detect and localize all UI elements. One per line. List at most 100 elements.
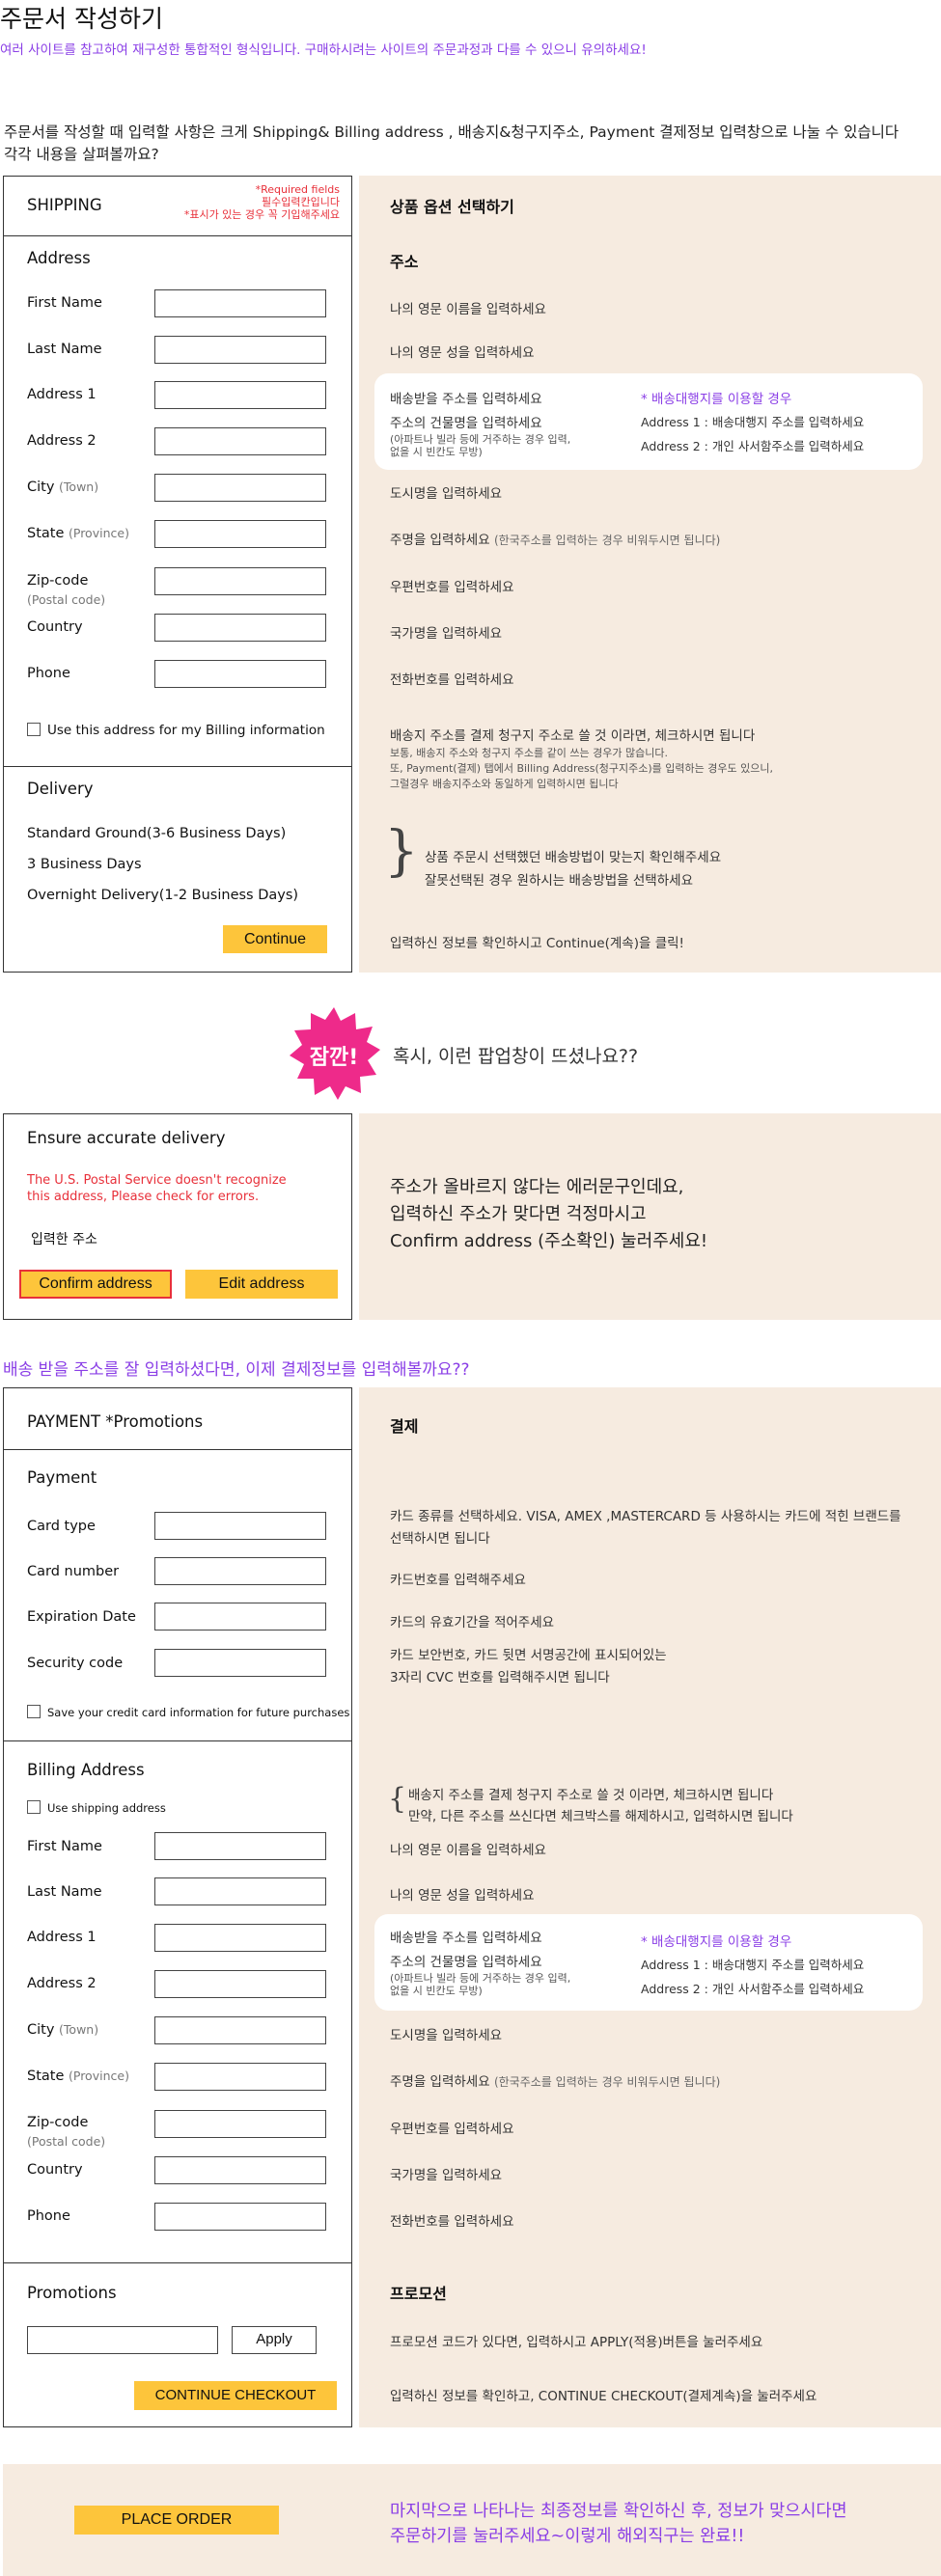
- billing-checkbox[interactable]: [27, 723, 41, 736]
- final-note: 마지막으로 나타나는 최종정보를 확인하신 후, 정보가 맞으시다면주문하기를 …: [390, 2499, 847, 2549]
- billing-checkbox-row[interactable]: Use this address for my Billing informat…: [27, 723, 325, 738]
- save-card-checkbox[interactable]: [27, 1705, 41, 1718]
- delivery-option-standard[interactable]: Standard Ground(3-6 Business Days): [27, 826, 286, 841]
- billing-zip-input[interactable]: [154, 2110, 326, 2138]
- billing-first-name-input[interactable]: [154, 1832, 326, 1860]
- required-line-2: 필수입력칸입니다: [262, 196, 340, 208]
- intro-line-2: 각각 내용을 살펴볼까요?: [4, 146, 159, 163]
- billing-last-name-label: Last Name: [27, 1884, 102, 1900]
- card-number-label: Card number: [27, 1564, 120, 1579]
- note-address-tip-2: 없을 시 빈칸도 무방): [390, 446, 483, 458]
- country-label: Country: [27, 619, 83, 635]
- note-billing: 배송지 주소를 결제 청구지 주소로 쓸 것 이라면, 체크하시면 됩니다: [390, 728, 756, 744]
- note-address-1: 배송받을 주소를 입력하세요: [390, 392, 542, 407]
- note-billing-state-text: 주명을 입력하세요: [390, 2074, 490, 2090]
- apply-button[interactable]: Apply: [232, 2326, 317, 2354]
- note-billing-address-tip-2: 없을 시 빈칸도 무방): [390, 1985, 483, 1997]
- note-billing-address-2: 주소의 건물명을 입력하세요: [390, 1955, 542, 1970]
- last-name-label: Last Name: [27, 342, 102, 357]
- note-phone: 전화번호를 입력하세요: [390, 672, 514, 688]
- continue-button[interactable]: Continue: [223, 925, 327, 953]
- phone-input[interactable]: [154, 660, 326, 688]
- note-card-type-2: 선택하시면 됩니다: [390, 1531, 490, 1547]
- note-billing-city: 도시명을 입력하세요: [390, 2028, 503, 2043]
- save-card-label: Save your credit card information for fu…: [47, 1706, 350, 1719]
- popup-note: 주소가 올바르지 않다는 에러문구인데요, 입력하신 주소가 맞다면 걱정마시고 C…: [390, 1174, 707, 1255]
- confirm-address-button[interactable]: Confirm address: [19, 1270, 172, 1299]
- note-country: 국가명을 입력하세요: [390, 626, 503, 642]
- promo-code-input[interactable]: [27, 2326, 218, 2354]
- billing-city-label-sub: (Town): [59, 2022, 99, 2037]
- billing-city-label-text: City: [27, 2022, 55, 2038]
- first-name-input[interactable]: [154, 289, 326, 317]
- billing-brace-icon: {: [388, 1782, 407, 1816]
- required-note: *Required fields 필수입력칸입니다 *표시가 있는 경우 꼭 기입해…: [145, 183, 340, 221]
- billing-address-1-input[interactable]: [154, 1924, 326, 1952]
- note-address-tip: (아파트나 빌라 등에 거주하는 경우 입력, 없을 시 빈칸도 무방): [390, 433, 570, 458]
- note-state: 주명을 입력하세요 (한국주소를 입력하는 경우 비워두시면 됩니다): [390, 529, 720, 548]
- city-label-sub: (Town): [59, 480, 99, 494]
- note-billing-check-2: 만약, 다른 주소를 쓰신다면 체크박스를 해제하시고, 입력하시면 됩니다: [408, 1809, 793, 1824]
- notes-address-heading: 주소: [390, 253, 419, 271]
- place-order-button[interactable]: PLACE ORDER: [74, 2506, 279, 2535]
- use-shipping-checkbox[interactable]: [27, 1800, 41, 1814]
- card-number-input[interactable]: [154, 1557, 326, 1585]
- entered-address-label: 입력한 주소: [31, 1232, 97, 1247]
- agent-note-2: Address 2 : 개인 사서함주소를 입력하세요: [641, 439, 865, 453]
- billing-address-2-input[interactable]: [154, 1970, 326, 1998]
- note-promo: 프로모션 코드가 있다면, 입력하시고 APPLY(적용)버튼을 눌러주세요: [390, 2335, 763, 2350]
- delivery-option-overnight[interactable]: Overnight Delivery(1-2 Business Days): [27, 888, 298, 903]
- billing-phone-input[interactable]: [154, 2203, 326, 2231]
- note-address-tip-1: (아파트나 빌라 등에 거주하는 경우 입력,: [390, 433, 571, 446]
- edit-address-button[interactable]: Edit address: [185, 1270, 338, 1299]
- note-delivery-1: 상품 주문시 선택했던 배송방법이 맞는지 확인해주세요: [425, 850, 722, 865]
- card-type-label: Card type: [27, 1519, 96, 1534]
- billing-last-name-input[interactable]: [154, 1877, 326, 1905]
- address-2-label: Address 2: [27, 433, 97, 449]
- card-type-select[interactable]: [154, 1512, 326, 1540]
- continue-checkout-button[interactable]: CONTINUE CHECKOUT: [134, 2381, 337, 2410]
- delivery-option-3day[interactable]: 3 Business Days: [27, 857, 142, 872]
- city-label-text: City: [27, 480, 55, 495]
- agent-title: * 배송대행지를 이용할 경우: [641, 392, 792, 407]
- note-address-2: 주소의 건물명을 입력하세요: [390, 416, 542, 431]
- security-code-input[interactable]: [154, 1649, 326, 1677]
- billing-state-input[interactable]: [154, 2063, 326, 2091]
- state-input[interactable]: [154, 520, 326, 548]
- phone-label: Phone: [27, 666, 70, 681]
- use-shipping-row[interactable]: Use shipping address: [27, 1800, 166, 1815]
- agent-note-1: Address 1 : 배송대행지 주소를 입력하세요: [641, 415, 865, 429]
- popup-note-2: 입력하신 주소가 맞다면 걱정마시고: [390, 1204, 647, 1224]
- note-billing-check: 배송지 주소를 결제 청구지 주소로 쓸 것 이라면, 체크하시면 됩니다 만약,…: [408, 1785, 793, 1827]
- city-input[interactable]: [154, 474, 326, 502]
- intro-line-1: 주문서를 작성할 때 입력할 사항은 크게 Shipping& Billing …: [4, 123, 899, 141]
- expiration-input[interactable]: [154, 1603, 326, 1631]
- billing-agent-title: * 배송대행지를 이용할 경우: [641, 1934, 792, 1950]
- billing-country-input[interactable]: [154, 2156, 326, 2184]
- zip-label: Zip-code: [27, 573, 89, 589]
- note-card-type: 카드 종류를 선택하세요. VISA, AMEX ,MASTERCARD 등 사…: [390, 1506, 901, 1550]
- shipping-title: SHIPPING: [27, 196, 102, 214]
- billing-city-label: City (Town): [27, 2022, 98, 2038]
- zip-input[interactable]: [154, 567, 326, 595]
- note-security-1: 카드 보안번호, 카드 뒷면 서명공간에 표시되어있는: [390, 1648, 667, 1663]
- billing-zip-label: Zip-code: [27, 2115, 89, 2130]
- divider: [3, 1740, 352, 1741]
- address-1-input[interactable]: [154, 381, 326, 409]
- billing-state-label-sub: (Province): [69, 2069, 129, 2083]
- state-label-sub: (Province): [69, 526, 129, 540]
- final-note-2: 주문하기를 눌러주세요~이렇게 해외직구는 완료!!: [390, 2527, 745, 2546]
- payment-subtitle: Payment: [27, 1468, 97, 1487]
- billing-state-label: State (Province): [27, 2069, 129, 2084]
- city-label: City (Town): [27, 480, 98, 495]
- address-2-input[interactable]: [154, 427, 326, 455]
- note-billing-state-sub: (한국주소를 입력하는 경우 비워두시면 됩니다): [493, 2075, 721, 2089]
- save-card-row[interactable]: Save your credit card information for fu…: [27, 1705, 349, 1719]
- popup-error: The U.S. Postal Service doesn't recogniz…: [27, 1172, 287, 1205]
- country-input[interactable]: [154, 614, 326, 642]
- final-note-1: 마지막으로 나타나는 최종정보를 확인하신 후, 정보가 맞으시다면: [390, 2502, 847, 2521]
- billing-city-input[interactable]: [154, 2016, 326, 2044]
- note-delivery-2: 잘못선택된 경우 원하시는 배송방법을 선택하세요: [425, 873, 693, 889]
- last-name-input[interactable]: [154, 336, 326, 364]
- note-card-type-1: 카드 종류를 선택하세요. VISA, AMEX ,MASTERCARD 등 사…: [390, 1509, 901, 1524]
